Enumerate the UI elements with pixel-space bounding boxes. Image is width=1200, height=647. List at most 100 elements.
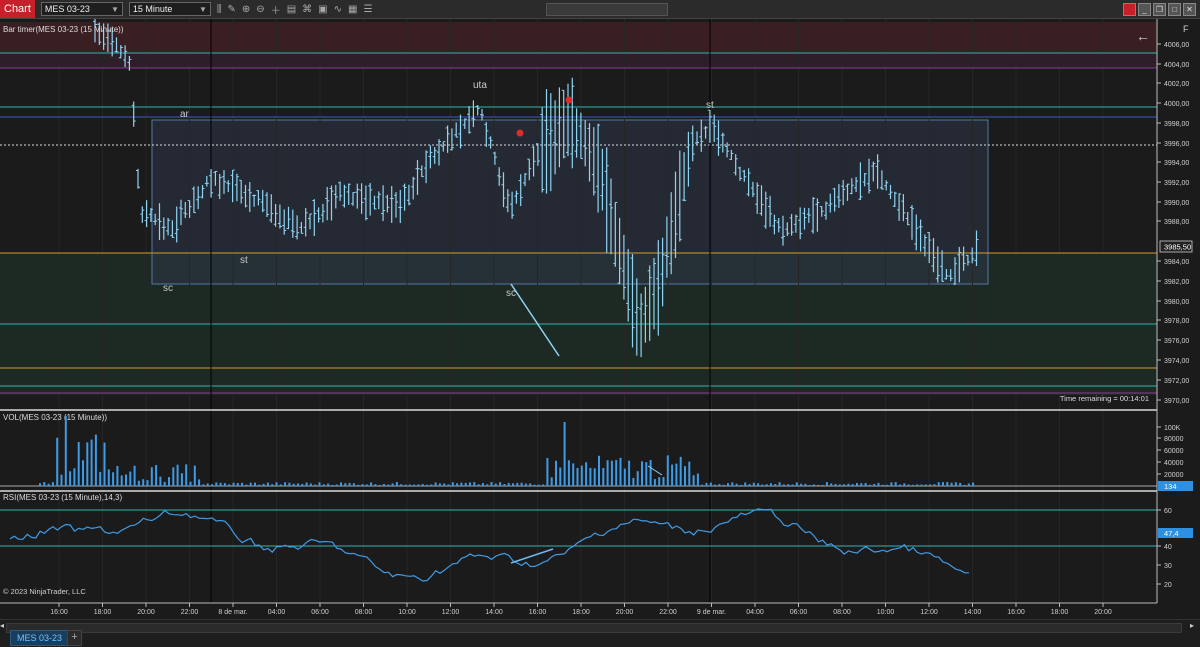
time-tick-label: 10:00: [877, 609, 895, 616]
volume-current-label: 134: [1164, 482, 1177, 491]
chart-toolbar: Chart MES 03-23 ▼ 15 Minute ▼ ⫼ ✎ ⊕ ⊖ ＋ …: [0, 0, 1200, 19]
volume-tick-label: 80000: [1164, 436, 1184, 443]
annotation-sc[interactable]: sc: [506, 288, 516, 299]
maximize-button[interactable]: □: [1168, 3, 1181, 16]
indicator-icon[interactable]: ∿: [334, 4, 342, 15]
volume-tick-label: 100K: [1164, 425, 1181, 432]
rsi-tick-label: 20: [1164, 582, 1172, 589]
time-tick-label: 04:00: [268, 609, 286, 616]
price-tick-label: 3980,00: [1164, 299, 1189, 306]
add-tab-button[interactable]: +: [67, 630, 82, 646]
bars-icon[interactable]: ⫼: [217, 4, 222, 15]
price-tick-label: 3982,00: [1164, 279, 1189, 286]
annotation-uta[interactable]: uta: [473, 80, 487, 91]
price-tick-label: 3978,00: [1164, 318, 1189, 325]
price-tick-label: 3970,00: [1164, 398, 1189, 405]
time-tick-label: 12:00: [920, 609, 938, 616]
zoom-out-icon[interactable]: ⊖: [256, 4, 264, 15]
scroll-right-icon[interactable]: ▸: [1190, 621, 1194, 630]
price-tick-label: 3998,00: [1164, 121, 1189, 128]
time-tick-label: 04:00: [746, 609, 764, 616]
scroll-left-icon[interactable]: ◂: [0, 621, 4, 630]
current-price-label: 3985,50: [1164, 243, 1191, 252]
rsi-current-label: 47,4: [1164, 529, 1179, 538]
annotation-sc[interactable]: sc: [163, 283, 173, 294]
interval-selector-value: 15 Minute: [132, 4, 173, 14]
volume-tick-label: 40000: [1164, 460, 1184, 467]
volume-tick-label: 20000: [1164, 472, 1184, 479]
annotation-st[interactable]: st: [240, 255, 248, 266]
chevron-down-icon: ▼: [110, 4, 119, 14]
instrument-tab[interactable]: MES 03-23: [10, 630, 70, 646]
price-tick-label: 4006,00: [1164, 42, 1189, 49]
price-tick-label: 3990,00: [1164, 200, 1189, 207]
time-tick-label: 16:00: [1007, 609, 1025, 616]
rsi-tick-label: 30: [1164, 563, 1172, 570]
rsi-tick-label: 40: [1164, 544, 1172, 551]
time-tick-label: 22:00: [181, 609, 199, 616]
price-tick-label: 3992,00: [1164, 180, 1189, 187]
price-tick-label: 3984,00: [1164, 259, 1189, 266]
f-button[interactable]: F: [1183, 24, 1189, 34]
price-tick-label: 3976,00: [1164, 338, 1189, 345]
time-tick-label: 06:00: [790, 609, 808, 616]
price-panel-title: Bar timer(MES 03-23 (15 Minute)): [3, 25, 124, 34]
rsi-tick-label: 60: [1164, 508, 1172, 515]
time-tick-label: 18:00: [572, 609, 590, 616]
list-icon[interactable]: ☰: [363, 4, 372, 15]
price-tick-label: 3996,00: [1164, 141, 1189, 148]
time-tick-label: 18:00: [1051, 609, 1069, 616]
chart-menu-button[interactable]: Chart: [0, 0, 35, 18]
time-tick-label: 16:00: [529, 609, 547, 616]
zoom-in-icon[interactable]: ⊕: [242, 4, 250, 15]
window-controls: _ ❐ □ ✕: [1123, 3, 1196, 16]
instrument-selector[interactable]: MES 03-23 ▼: [40, 2, 123, 16]
time-tick-label: 20:00: [616, 609, 634, 616]
time-tick-label: 08:00: [355, 609, 373, 616]
time-remaining: Time remaining = 00:14:01: [1060, 394, 1149, 403]
restore-button[interactable]: ❐: [1153, 3, 1166, 16]
close-button[interactable]: ✕: [1183, 3, 1196, 16]
instrument-selector-value: MES 03-23: [44, 4, 90, 14]
time-tick-label: 22:00: [659, 609, 677, 616]
minimize-button[interactable]: _: [1138, 3, 1151, 16]
time-tick-label: 20:00: [137, 609, 155, 616]
search-box[interactable]: [546, 3, 668, 16]
grid-icon[interactable]: ▦: [348, 4, 357, 15]
signal-dot[interactable]: [565, 96, 573, 104]
crosshair-icon[interactable]: ＋: [271, 2, 281, 17]
signal-dot[interactable]: [516, 129, 524, 137]
strategies-icon[interactable]: ⌘: [302, 4, 312, 15]
price-tick-label: 4002,00: [1164, 81, 1189, 88]
time-tick-label: 14:00: [485, 609, 503, 616]
time-tick-label: 8 de mar.: [218, 609, 247, 616]
time-tick-label: 12:00: [442, 609, 460, 616]
copyright-text: © 2023 NinjaTrader, LLC: [3, 587, 86, 596]
annotation-st[interactable]: st: [706, 100, 714, 111]
price-tick-label: 3974,00: [1164, 358, 1189, 365]
price-tick-label: 3988,00: [1164, 219, 1189, 226]
link-icon[interactable]: [1123, 3, 1136, 16]
pencil-icon[interactable]: ✎: [228, 4, 236, 15]
annotation-ar[interactable]: ar: [180, 109, 190, 120]
horizontal-scrollbar[interactable]: [6, 623, 1182, 633]
interval-selector[interactable]: 15 Minute ▼: [128, 2, 211, 16]
chart-area[interactable]: ar sc st uta sc st Bar timer(MES 03-23 (…: [0, 19, 1200, 619]
resistance-zone-lower: [0, 52, 1157, 68]
price-tick-label: 4000,00: [1164, 101, 1189, 108]
time-tick-label: 18:00: [94, 609, 112, 616]
back-arrow-icon[interactable]: ←: [1136, 28, 1150, 44]
time-tick-label: 14:00: [964, 609, 982, 616]
resistance-zone: [0, 22, 1157, 52]
volume-panel-title: VOL(MES 03-23 (15 Minute)): [3, 413, 107, 422]
time-tick-label: 16:00: [50, 609, 68, 616]
snapshot-icon[interactable]: ▣: [318, 4, 327, 15]
rsi-panel-title: RSI(MES 03-23 (15 Minute),14,3): [3, 493, 122, 502]
price-tick-label: 3994,00: [1164, 160, 1189, 167]
volume-tick-label: 60000: [1164, 448, 1184, 455]
properties-icon[interactable]: ▤: [287, 4, 296, 15]
chevron-down-icon: ▼: [198, 4, 207, 14]
time-tick-label: 9 de mar.: [697, 609, 726, 616]
time-tick-label: 06:00: [311, 609, 329, 616]
time-tick-label: 10:00: [398, 609, 416, 616]
